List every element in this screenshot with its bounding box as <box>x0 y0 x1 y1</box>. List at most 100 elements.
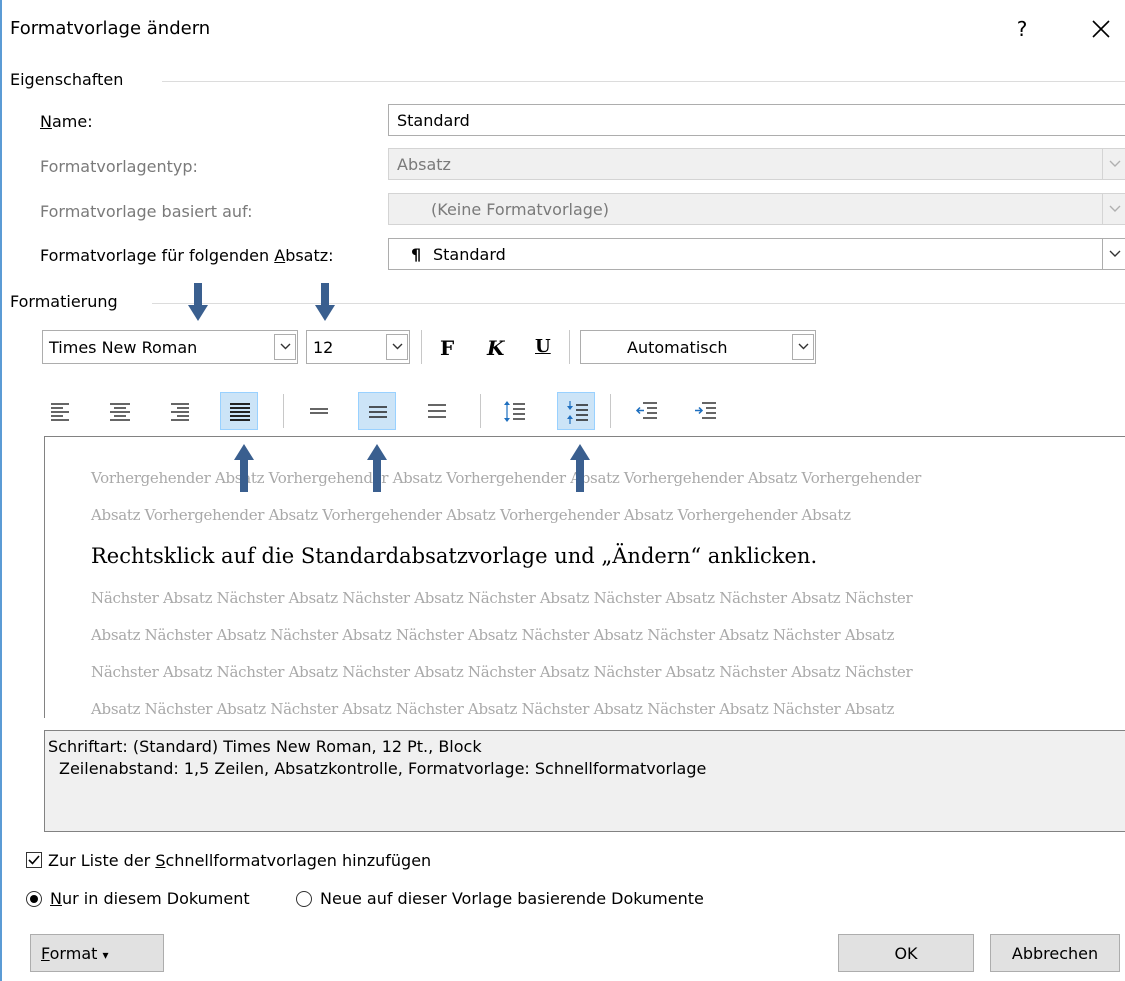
name-input-value: Standard <box>397 111 470 130</box>
add-to-gallery-checkbox[interactable] <box>26 852 42 868</box>
increase-indent-icon <box>695 402 716 419</box>
decrease-indent-icon <box>635 402 657 419</box>
toolbar-separator <box>569 330 570 364</box>
ok-button[interactable]: OK <box>838 934 974 972</box>
based-on-dropdown-button <box>1102 194 1125 224</box>
pilcrow-icon: ¶ <box>411 245 422 264</box>
preview-next-paragraph-line: Absatz Nächster Absatz Nächster Absatz N… <box>91 700 895 718</box>
chevron-down-icon <box>1109 160 1121 167</box>
dialog-title: Formatvorlage ändern <box>10 18 211 39</box>
font-name-combo[interactable]: Times New Roman <box>42 330 298 364</box>
radio-selected-dot <box>30 895 38 903</box>
arrow-up-icon <box>367 444 387 492</box>
formatting-group-rule <box>152 303 1125 304</box>
line-spacing-double-button[interactable] <box>418 392 456 430</box>
toolbar-separator <box>610 394 611 428</box>
font-size-combo[interactable]: 12 <box>306 330 410 364</box>
justify-icon <box>230 403 250 421</box>
new-documents-label[interactable]: Neue auf dieser Vorlage basierende Dokum… <box>320 889 704 908</box>
close-button[interactable] <box>1084 14 1118 44</box>
add-to-gallery-label-text: Zur Liste der <box>48 851 156 870</box>
next-style-label: Formatvorlage für folgenden Absatz: <box>40 246 334 265</box>
arrow-down-icon <box>188 283 208 321</box>
style-type-value: Absatz <box>397 155 451 174</box>
add-to-gallery-label[interactable]: Zur Liste der Schnellformatvorlagen hinz… <box>48 851 431 870</box>
font-name-dropdown-button[interactable] <box>274 334 296 360</box>
style-type-select: Absatz <box>388 148 1125 180</box>
chevron-down-icon <box>280 343 291 350</box>
preview-next-paragraph-line: Nächster Absatz Nächster Absatz Nächster… <box>91 589 913 607</box>
line-spacing-single-button[interactable] <box>300 392 338 430</box>
next-style-label-accelerator: A <box>274 246 286 265</box>
format-label: ormat <box>49 944 98 963</box>
toolbar-separator <box>283 394 284 428</box>
add-to-gallery-accelerator: S <box>155 851 166 870</box>
chevron-down-icon <box>1109 205 1121 212</box>
justify-button[interactable] <box>220 392 258 430</box>
line-spacing-double-icon <box>428 404 446 418</box>
new-documents-radio[interactable] <box>296 891 312 907</box>
chevron-down-icon <box>798 343 809 350</box>
add-to-gallery-label-rest: chnellformatvorlagen hinzufügen <box>165 851 432 870</box>
name-label-text: ame: <box>51 112 93 131</box>
font-color-value: Automatisch <box>627 338 728 357</box>
arrow-up-icon <box>570 444 590 492</box>
align-center-button[interactable] <box>101 392 139 430</box>
chevron-down-icon <box>1109 250 1121 257</box>
preview-previous-paragraph-line: Vorhergehender Absatz Vorhergehender Abs… <box>91 469 922 487</box>
style-description-line: Zeilenabstand: 1,5 Zeilen, Absatzkontrol… <box>59 759 707 778</box>
name-label: Name: <box>40 112 93 131</box>
preview-sample-text: Rechtsklick auf die Standardabsatzvorlag… <box>91 544 818 568</box>
arrow-down-icon <box>315 283 335 321</box>
toolbar-separator <box>480 394 481 428</box>
increase-paragraph-spacing-button[interactable] <box>495 392 533 430</box>
properties-group-title: Eigenschaften <box>10 70 124 89</box>
next-style-value: Standard <box>433 245 506 264</box>
only-this-document-radio[interactable] <box>26 891 42 907</box>
align-left-button[interactable] <box>42 392 80 430</box>
format-accelerator: F <box>41 944 50 963</box>
font-size-dropdown-button[interactable] <box>386 334 408 360</box>
font-size-value: 12 <box>313 338 334 357</box>
decrease-indent-button[interactable] <box>627 392 665 430</box>
align-center-icon <box>110 403 130 421</box>
style-type-dropdown-button <box>1102 149 1125 179</box>
underline-button[interactable]: U <box>535 336 551 357</box>
chevron-down-icon <box>392 343 403 350</box>
style-description-line: Schriftart: (Standard) Times New Roman, … <box>48 737 482 756</box>
italic-button[interactable]: K <box>487 336 504 360</box>
line-spacing-onehalf-button[interactable] <box>358 392 396 430</box>
format-menu-button[interactable]: Format ▾ <box>30 934 164 972</box>
properties-group-rule <box>162 81 1125 82</box>
based-on-value: (Keine Formatvorlage) <box>431 200 610 219</box>
toolbar-separator <box>421 330 422 364</box>
line-spacing-onehalf-icon <box>369 406 387 418</box>
only-this-document-label[interactable]: Nur in diesem Dokument <box>50 889 250 908</box>
next-style-label-text: Formatvorlage für folgenden <box>40 246 275 265</box>
decrease-paragraph-spacing-button[interactable] <box>557 392 595 430</box>
ok-label: OK <box>894 944 918 963</box>
title-bar: Formatvorlage ändern ? <box>0 0 1125 56</box>
cancel-button[interactable]: Abbrechen <box>990 934 1120 972</box>
font-color-combo[interactable]: Automatisch <box>580 330 816 364</box>
preview-next-paragraph-line: Nächster Absatz Nächster Absatz Nächster… <box>91 663 913 681</box>
caret-down-icon: ▾ <box>102 948 109 962</box>
name-input[interactable]: Standard <box>388 104 1125 136</box>
only-this-document-accelerator: N <box>50 889 62 908</box>
increase-indent-button[interactable] <box>686 392 724 430</box>
only-this-document-label-text: ur in diesem Dokument <box>61 889 250 908</box>
align-right-icon <box>171 403 189 421</box>
next-style-dropdown-button[interactable] <box>1102 239 1125 269</box>
style-type-label: Formatvorlagentyp: <box>40 157 198 176</box>
next-style-select[interactable]: ¶ Standard <box>388 238 1125 270</box>
font-name-value: Times New Roman <box>49 338 198 357</box>
window-accent-border <box>0 0 2 981</box>
bold-button[interactable]: F <box>440 336 454 360</box>
name-label-accelerator: N <box>40 112 52 131</box>
align-right-button[interactable] <box>160 392 198 430</box>
help-button[interactable]: ? <box>1010 14 1034 44</box>
checkmark-icon <box>28 855 40 865</box>
font-color-dropdown-button[interactable] <box>792 334 814 360</box>
based-on-select: (Keine Formatvorlage) <box>388 193 1125 225</box>
paragraph-spacing-increase-icon <box>504 401 525 422</box>
